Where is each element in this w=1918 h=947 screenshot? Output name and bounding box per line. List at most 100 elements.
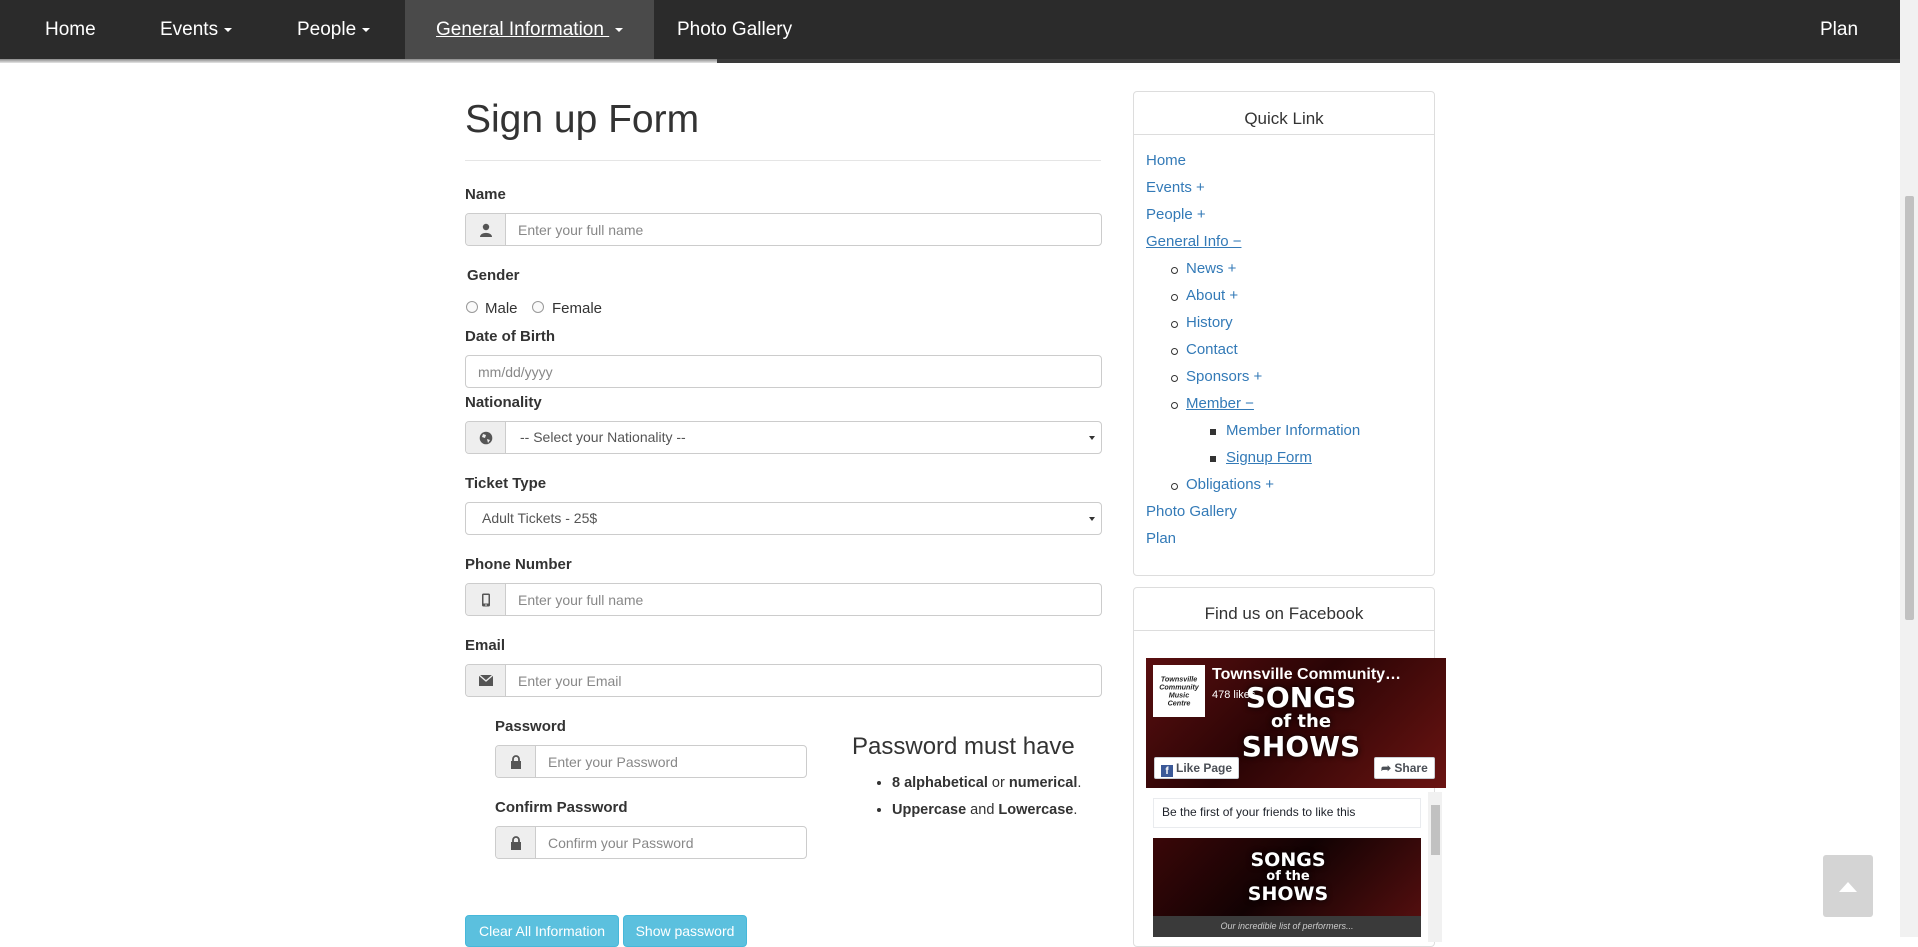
quick-link-news[interactable]: News +: [1186, 260, 1236, 277]
facebook-widget-scroll-thumb[interactable]: [1431, 805, 1440, 855]
ticket-type-select-value: Adult Tickets - 25$: [482, 510, 598, 526]
page-scroll-thumb[interactable]: [1905, 196, 1914, 620]
nationality-select-value: -- Select your Nationality --: [520, 429, 686, 445]
quick-link-photo-gallery[interactable]: Photo Gallery: [1146, 503, 1237, 520]
facebook-likes-count: 478 likes: [1212, 689, 1256, 701]
quick-link-contact[interactable]: Contact: [1186, 341, 1238, 358]
name-input[interactable]: [506, 214, 1101, 245]
password-rule-length: 8 alphabetical or numerical.: [892, 770, 1122, 797]
confirm-password-field: [495, 826, 807, 859]
nationality-select[interactable]: -- Select your Nationality --: [506, 422, 1101, 453]
banner-line: SHOWS: [1241, 730, 1361, 763]
password-label: Password: [495, 718, 566, 735]
quick-link-obligations[interactable]: Obligations +: [1186, 476, 1274, 493]
rule-text: Uppercase: [892, 802, 967, 818]
rule-text: 8 alphabetical: [892, 775, 988, 791]
nav-people-label: People: [297, 19, 357, 40]
facebook-post-image[interactable]: SONGS of the SHOWS Our incredible list o…: [1153, 838, 1421, 937]
nationality-label: Nationality: [465, 394, 542, 411]
chevron-down-icon: [362, 27, 371, 32]
phone-label: Phone Number: [465, 556, 572, 573]
ticket-type-select[interactable]: Adult Tickets - 25$: [466, 503, 1101, 534]
quick-link-people[interactable]: People +: [1146, 206, 1206, 223]
quick-link-sponsors[interactable]: Sponsors +: [1186, 368, 1262, 385]
clear-all-button[interactable]: Clear All Information: [465, 915, 619, 947]
chevron-up-icon: [1839, 881, 1857, 892]
name-field: [465, 213, 1102, 246]
banner-line: of the: [1266, 869, 1310, 884]
gender-label: Gender: [467, 267, 520, 284]
gender-female-radio[interactable]: [532, 301, 544, 313]
quick-link-history[interactable]: History: [1186, 314, 1233, 331]
quick-link-signup-form[interactable]: Signup Form: [1226, 449, 1312, 466]
nav-general-information[interactable]: General Information: [405, 0, 655, 59]
facebook-page-widget[interactable]: SONGS of the SHOWS Townsville Community …: [1146, 658, 1446, 788]
music-centre-logo: Townsville Community Music Centre: [1153, 665, 1205, 717]
quick-link-member[interactable]: Member −: [1186, 395, 1254, 412]
globe-icon: [466, 422, 506, 453]
gender-male-radio[interactable]: [466, 301, 478, 313]
lock-icon: [496, 746, 536, 777]
phone-input[interactable]: [506, 584, 1101, 615]
quick-link-events[interactable]: Events +: [1146, 179, 1205, 196]
bullet-icon: [1171, 294, 1178, 301]
banner-line: SONGS: [1250, 849, 1326, 871]
facebook-panel-title: Find us on Facebook: [1134, 588, 1434, 631]
email-input[interactable]: [506, 665, 1101, 696]
quick-link-member-information[interactable]: Member Information: [1226, 422, 1360, 439]
ticket-type-field: Adult Tickets - 25$: [465, 502, 1102, 535]
rule-text: Lowercase: [998, 802, 1074, 818]
rule-text: .: [1077, 775, 1082, 791]
nav-people[interactable]: People: [297, 0, 371, 59]
confirm-password-label: Confirm Password: [495, 799, 628, 816]
phone-field: [465, 583, 1102, 616]
banner-line: of the: [1270, 711, 1332, 732]
logo-text: Townsville Community Music Centre: [1159, 675, 1199, 707]
facebook-like-page-button[interactable]: f Like Page: [1154, 757, 1240, 779]
nav-home-label: Home: [45, 19, 96, 40]
nav-photo-gallery-label: Photo Gallery: [677, 19, 793, 40]
bullet-icon: [1171, 321, 1178, 328]
email-label: Email: [465, 637, 506, 654]
quick-link-about[interactable]: About +: [1186, 287, 1238, 304]
bullet-icon: [1171, 267, 1178, 274]
nationality-field: -- Select your Nationality --: [465, 421, 1102, 454]
gender-female-label: Female: [552, 300, 603, 317]
quick-link-home[interactable]: Home: [1146, 152, 1186, 169]
rule-text: .: [1073, 802, 1078, 818]
post-songs-banner: SONGS of the SHOWS: [1203, 850, 1373, 904]
password-rules-heading: Password must have: [852, 733, 1075, 760]
bullet-icon: [1171, 348, 1178, 355]
dob-label: Date of Birth: [465, 328, 555, 345]
page-title: Sign up Form: [465, 98, 700, 141]
show-password-button[interactable]: Show password: [623, 915, 747, 947]
name-label: Name: [465, 186, 506, 203]
dob-input[interactable]: [466, 356, 1101, 387]
like-page-label: Like Page: [1176, 761, 1233, 775]
chevron-down-icon: [1089, 517, 1095, 521]
post-caption: Our incredible list of performers...: [1153, 916, 1421, 937]
facebook-icon: f: [1161, 765, 1173, 777]
quick-link-general-info[interactable]: General Info −: [1146, 233, 1241, 250]
password-input[interactable]: [536, 746, 806, 777]
title-divider: [465, 160, 1101, 161]
facebook-first-friends-text: Be the first of your friends to like thi…: [1153, 798, 1421, 828]
chevron-down-icon: [224, 27, 233, 32]
back-to-top-button[interactable]: [1823, 855, 1873, 917]
banner-line: SHOWS: [1247, 883, 1329, 905]
nav-photo-gallery[interactable]: Photo Gallery: [677, 0, 792, 59]
nav-events-label: Events: [160, 19, 219, 40]
nav-plan-label: Plan: [1820, 19, 1859, 40]
quick-link-plan[interactable]: Plan: [1146, 530, 1176, 547]
gender-male-label: Male: [485, 300, 518, 317]
email-field: [465, 664, 1102, 697]
nav-plan[interactable]: Plan: [1820, 0, 1858, 59]
confirm-password-input[interactable]: [536, 827, 806, 858]
quick-link-title: Quick Link: [1134, 92, 1434, 135]
password-field: [495, 745, 807, 778]
nav-home[interactable]: Home: [45, 0, 96, 59]
facebook-share-button[interactable]: ➦ Share: [1374, 757, 1435, 779]
rule-text: numerical: [1008, 775, 1078, 791]
nav-events[interactable]: Events: [160, 0, 233, 59]
facebook-page-name[interactable]: Townsville Community…: [1212, 666, 1401, 684]
